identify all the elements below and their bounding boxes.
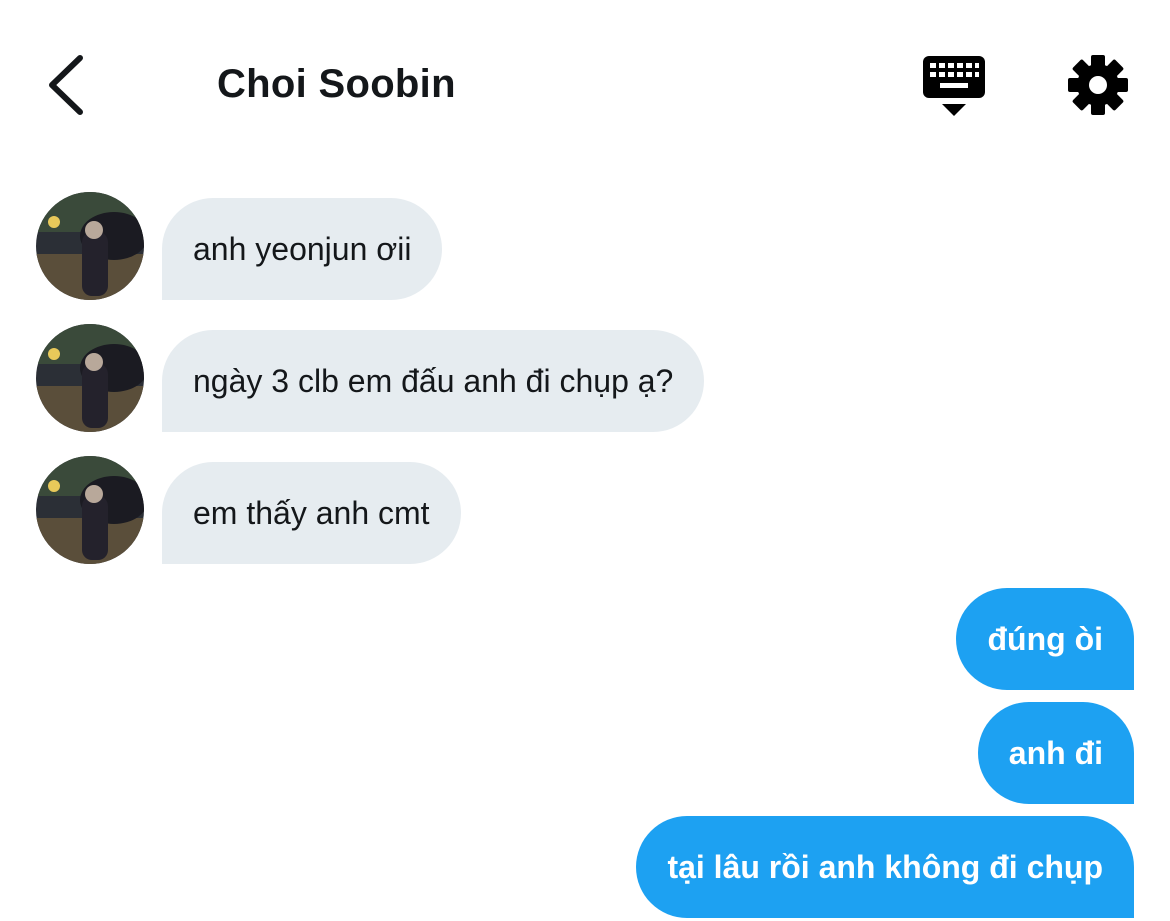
outgoing-message-bubble[interactable]: đúng òi [956,588,1134,690]
message-text: anh đi [1008,735,1103,771]
incoming-message-bubble[interactable]: ngày 3 clb em đấu anh đi chụp ạ? [162,330,705,432]
avatar-photo [36,456,144,564]
sender-avatar[interactable] [36,192,144,300]
sender-avatar[interactable] [36,324,144,432]
avatar-photo [36,192,144,300]
message-text: đúng òi [987,621,1103,657]
message-text: anh yeonjun ơii [193,231,412,267]
gear-icon [1068,55,1128,115]
conversation-title: Choi Soobin [217,62,456,106]
conversation-header: Choi Soobin [0,0,1170,170]
incoming-message-bubble[interactable]: anh yeonjun ơii [162,198,443,300]
incoming-message-bubble[interactable]: em thấy anh cmt [162,462,461,564]
avatar-photo [36,324,144,432]
message-text: tại lâu rồi anh không đi chụp [667,849,1103,885]
sender-avatar[interactable] [36,456,144,564]
outgoing-message-bubble[interactable]: anh đi [977,702,1134,804]
settings-button[interactable] [1066,53,1130,117]
message-text: ngày 3 clb em đấu anh đi chụp ạ? [193,363,674,399]
outgoing-message-bubble[interactable]: tại lâu rồi anh không đi chụp [636,816,1134,918]
chevron-left-icon [49,55,83,115]
keyboard-toggle-button[interactable] [918,52,990,120]
message-text: em thấy anh cmt [193,495,430,531]
keyboard-hide-icon [923,56,985,116]
back-button[interactable] [40,50,100,120]
